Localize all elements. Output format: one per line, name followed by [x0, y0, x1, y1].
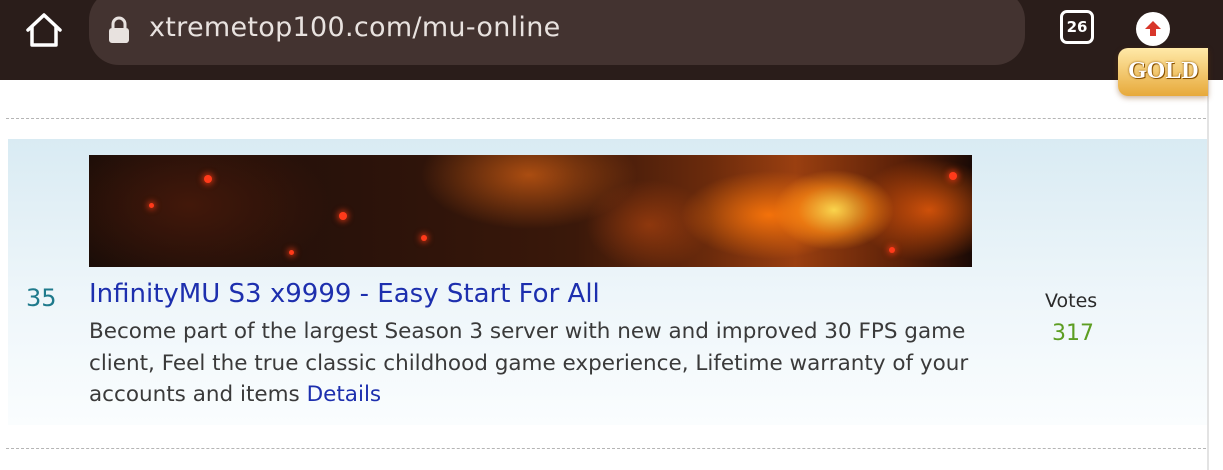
gold-logo-text: GOLD [1128, 58, 1199, 84]
update-icon[interactable] [1136, 12, 1170, 46]
browser-toolbar: xtremetop100.com/mu-online 26 [0, 0, 1223, 80]
lock-icon [107, 15, 131, 45]
server-description: Become part of the largest Season 3 serv… [89, 316, 1009, 411]
address-bar[interactable]: xtremetop100.com/mu-online [89, 0, 1025, 65]
votes-count: 317 [1052, 321, 1094, 346]
game-banner-image[interactable] [89, 155, 972, 267]
tab-switcher-button[interactable]: 26 [1060, 10, 1094, 44]
gold-logo[interactable]: GOLD [1118, 48, 1208, 96]
server-title-link[interactable]: InfinityMU S3 x9999 - Easy Start For All [89, 279, 600, 309]
rank-number: 35 [26, 284, 57, 312]
votes-label: Votes [1045, 290, 1098, 312]
description-text: Become part of the largest Season 3 serv… [89, 319, 969, 407]
details-link[interactable]: Details [307, 382, 382, 407]
server-listing: 35 InfinityMU S3 x9999 - Easy Start For … [8, 139, 1207, 425]
divider [6, 118, 1206, 119]
page-edge [1207, 80, 1209, 470]
home-icon[interactable] [22, 10, 66, 50]
divider [6, 448, 1206, 449]
url-text[interactable]: xtremetop100.com/mu-online [149, 12, 561, 43]
